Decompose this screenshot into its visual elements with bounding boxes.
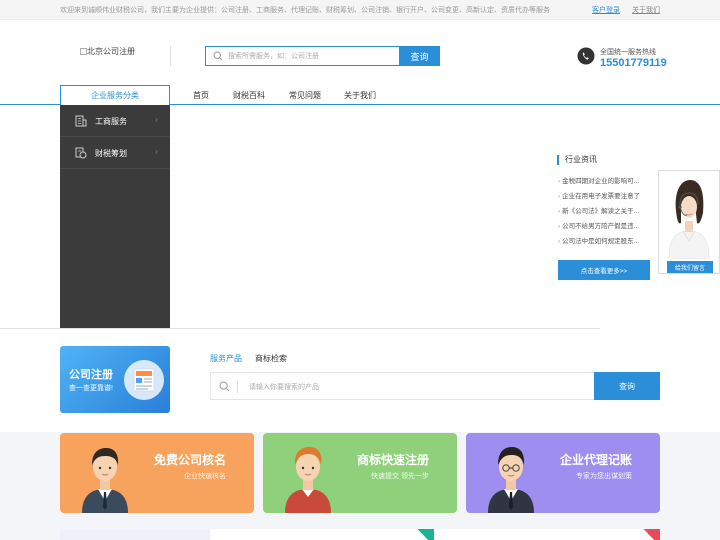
finance-icon <box>75 147 87 159</box>
news-section-title: 行业资讯 <box>557 155 597 165</box>
search-separator <box>237 381 238 393</box>
news-item[interactable]: 金税四期对企业的影响可... <box>558 177 650 192</box>
leave-message-button[interactable]: 给我们留言 <box>667 261 713 273</box>
promo-subtitle: 企业快速核名 <box>184 473 226 480</box>
product-search: 查询 <box>210 372 660 400</box>
promo-free-name-check[interactable]: 免费公司核名 企业快速核名 <box>60 433 254 513</box>
chevron-right-icon: › <box>155 147 158 156</box>
glasses-man-avatar-icon <box>488 447 534 513</box>
menu-item-label: 工商服务 <box>95 117 127 126</box>
promo-subtitle: 专家为您出谋划策 <box>576 473 632 480</box>
man-avatar-icon <box>285 447 331 513</box>
bottom-card[interactable] <box>60 529 210 540</box>
menu-item-tax-planning[interactable]: 财税筹划 › <box>60 137 170 169</box>
news-more-button[interactable]: 点击查看更多>> <box>558 260 650 280</box>
news-item[interactable]: 企业在用电子发票要注意了 <box>558 192 650 207</box>
nav-category-tab[interactable]: 企业服务分类 <box>60 85 170 105</box>
promo-bookkeeping[interactable]: 企业代理记账 专家为您出谋划策 <box>466 433 660 513</box>
news-item[interactable]: 新《公司法》解读之关于... <box>558 207 650 222</box>
nav-home[interactable]: 首页 <box>193 90 209 101</box>
search-icon <box>219 381 230 392</box>
product-search-input[interactable] <box>249 381 549 393</box>
promo-subtitle: 快速提交 领先一步 <box>371 473 429 480</box>
nav-tax-wiki[interactable]: 财税百科 <box>233 90 265 101</box>
company-register-banner[interactable]: 公司注册 查一查更靠谱! <box>60 346 170 413</box>
phone-icon <box>577 47 595 65</box>
corner-ribbon <box>638 529 660 540</box>
news-item[interactable]: 公司不给男方陪产假是违... <box>558 222 650 237</box>
businessman-avatar-icon <box>82 448 128 513</box>
menu-item-business-service[interactable]: 工商服务 › <box>60 105 170 137</box>
document-icon <box>124 360 164 400</box>
promo-title: 商标快速注册 <box>356 453 429 467</box>
header-separator <box>170 46 171 66</box>
header-search: 查询 <box>205 46 440 66</box>
chevron-right-icon: › <box>155 115 158 124</box>
promo-trademark-register[interactable]: 商标快速注册 快速提交 领先一步 <box>263 433 457 513</box>
about-us-link[interactable]: 关于我们 <box>632 5 660 15</box>
register-banner-title: 公司注册 <box>69 369 113 381</box>
product-search-button[interactable]: 查询 <box>594 372 660 400</box>
corner-ribbon <box>412 529 434 540</box>
customer-login-link[interactable]: 客户登录 <box>592 5 620 15</box>
header-search-input[interactable] <box>228 50 398 62</box>
news-list: 金税四期对企业的影响可... 企业在用电子发票要注意了 新《公司法》解读之关于.… <box>558 177 650 252</box>
customer-service-card: 给我们留言 <box>658 170 720 274</box>
section-divider <box>0 328 600 329</box>
menu-item-label: 财税筹划 <box>95 149 127 158</box>
tab-service-products[interactable]: 服务产品 <box>210 353 242 364</box>
promo-title: 企业代理记账 <box>559 453 632 467</box>
hotline-label: 全国统一服务热线 <box>600 49 656 56</box>
news-item[interactable]: 公司法中是如何规定股东... <box>558 237 650 252</box>
promo-title: 免费公司核名 <box>153 453 226 467</box>
service-category-menu: 工商服务 › 财税筹划 › <box>60 105 170 329</box>
header-search-button[interactable]: 查询 <box>399 46 440 66</box>
site-logo[interactable]: 北京公司注册 <box>80 46 135 57</box>
tab-trademark-search[interactable]: 商标检索 <box>255 353 287 364</box>
register-banner-subtitle: 查一查更靠谱! <box>69 385 113 392</box>
customer-service-avatar <box>668 180 710 259</box>
welcome-text: 欢迎来到诚顺伟业财税公司，我们主要为企业提供：公司注册、工商服务、代理记账、财税… <box>60 7 550 14</box>
hotline-number[interactable]: 15501779119 <box>600 57 667 69</box>
nav-about[interactable]: 关于我们 <box>344 90 376 101</box>
nav-faq[interactable]: 常见问题 <box>289 90 321 101</box>
logo-alt-text: 北京公司注册 <box>87 47 135 56</box>
search-icon <box>213 51 223 61</box>
top-bar: 欢迎来到诚顺伟业财税公司，我们主要为企业提供：公司注册、工商服务、代理记账、财税… <box>0 0 720 20</box>
broken-image-icon <box>80 48 87 55</box>
building-icon <box>75 115 87 127</box>
bottom-card[interactable] <box>210 529 660 540</box>
